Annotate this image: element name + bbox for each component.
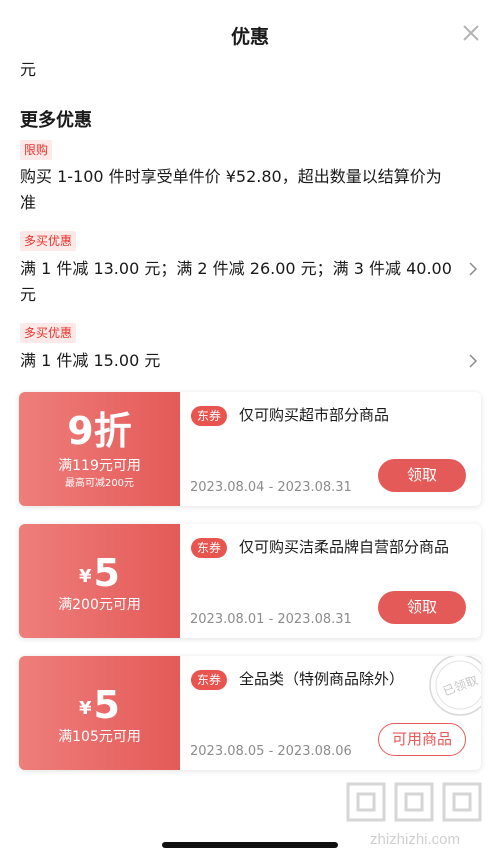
- coupon-card: 9折 满119元可用 最高可减200元 东券 仅可购买超市部分商品 2023.0…: [19, 392, 481, 506]
- site-watermark: zhizhizhi.com: [346, 782, 482, 848]
- home-indicator[interactable]: [162, 842, 338, 848]
- promo-tag-limit: 限购: [20, 140, 53, 160]
- coupon-amount: 5: [93, 683, 120, 727]
- watermark-text: zhizhizhi.com: [370, 831, 460, 848]
- available-products-button[interactable]: 可用商品: [378, 723, 466, 756]
- coupon-card: ¥5 满200元可用 东券 仅可购买洁柔品牌自营部分商品 2023.08.01 …: [19, 524, 481, 638]
- coupon-description: 仅可购买超市部分商品: [239, 406, 390, 424]
- coupon-condition: 满105元可用: [58, 729, 141, 745]
- promo-tag-multibuy: 多买优惠: [20, 323, 77, 343]
- coupon-condition: 满200元可用: [58, 597, 141, 613]
- promo-text-line: 元: [20, 285, 37, 304]
- coupon-amount-row: ¥5: [19, 550, 180, 600]
- coupon-description: 全品类（特例商品除外）: [239, 670, 405, 688]
- coupon-type-badge: 东券: [191, 538, 228, 558]
- promo-text-line: 准: [20, 193, 37, 212]
- coupon-amount: 9折: [67, 409, 132, 453]
- sheet-title: 优惠: [230, 26, 269, 48]
- section-title-more-offers: 更多优惠: [20, 110, 92, 131]
- claimed-stamp-icon: 已领取: [429, 656, 481, 716]
- close-icon[interactable]: [460, 22, 482, 44]
- coupon-amount-row: ¥5: [19, 682, 180, 732]
- coupon-description: 仅可购买洁柔品牌自营部分商品: [239, 538, 450, 556]
- promo-text-line: 满 1 件减 13.00 元；满 2 件减 26.00 元；满 3 件减 40.…: [20, 259, 452, 278]
- truncated-text: 元: [20, 60, 37, 79]
- coupon-card: ¥5 满105元可用 已领取 东券 全品类（特例商品除外） 2023.08.05…: [19, 656, 481, 770]
- coupon-value-panel: ¥5 满105元可用: [19, 656, 180, 770]
- coupon-validity: 2023.08.01 - 2023.08.31: [190, 612, 352, 627]
- promo-text-line: 购买 1-100 件时享受单件价 ¥52.80，超出数量以结算价为: [20, 167, 442, 186]
- currency-symbol: ¥: [79, 566, 92, 587]
- coupon-validity: 2023.08.04 - 2023.08.31: [190, 480, 352, 495]
- coupon-condition: 满119元可用: [58, 458, 141, 474]
- claim-button[interactable]: 领取: [378, 591, 466, 624]
- coupon-amount: 5: [93, 551, 120, 595]
- sheet-header: 优惠: [0, 0, 500, 52]
- coupon-type-badge: 东券: [191, 406, 228, 426]
- promo-tag-multibuy: 多买优惠: [20, 231, 77, 251]
- claim-button[interactable]: 领取: [378, 459, 466, 492]
- coupon-type-badge: 东券: [191, 670, 228, 690]
- currency-symbol: ¥: [79, 698, 92, 719]
- chevron-right-icon[interactable]: [468, 262, 478, 276]
- coupon-value-panel: ¥5 满200元可用: [19, 524, 180, 638]
- claimed-stamp-text: 已领取: [441, 673, 480, 698]
- coupon-value-panel: 9折 满119元可用 最高可减200元: [19, 392, 180, 506]
- coupon-validity: 2023.08.05 - 2023.08.06: [190, 744, 352, 759]
- chevron-right-icon[interactable]: [468, 354, 478, 368]
- promo-text-line: 满 1 件减 15.00 元: [20, 351, 161, 370]
- coupon-max-discount: 最高可减200元: [64, 478, 135, 489]
